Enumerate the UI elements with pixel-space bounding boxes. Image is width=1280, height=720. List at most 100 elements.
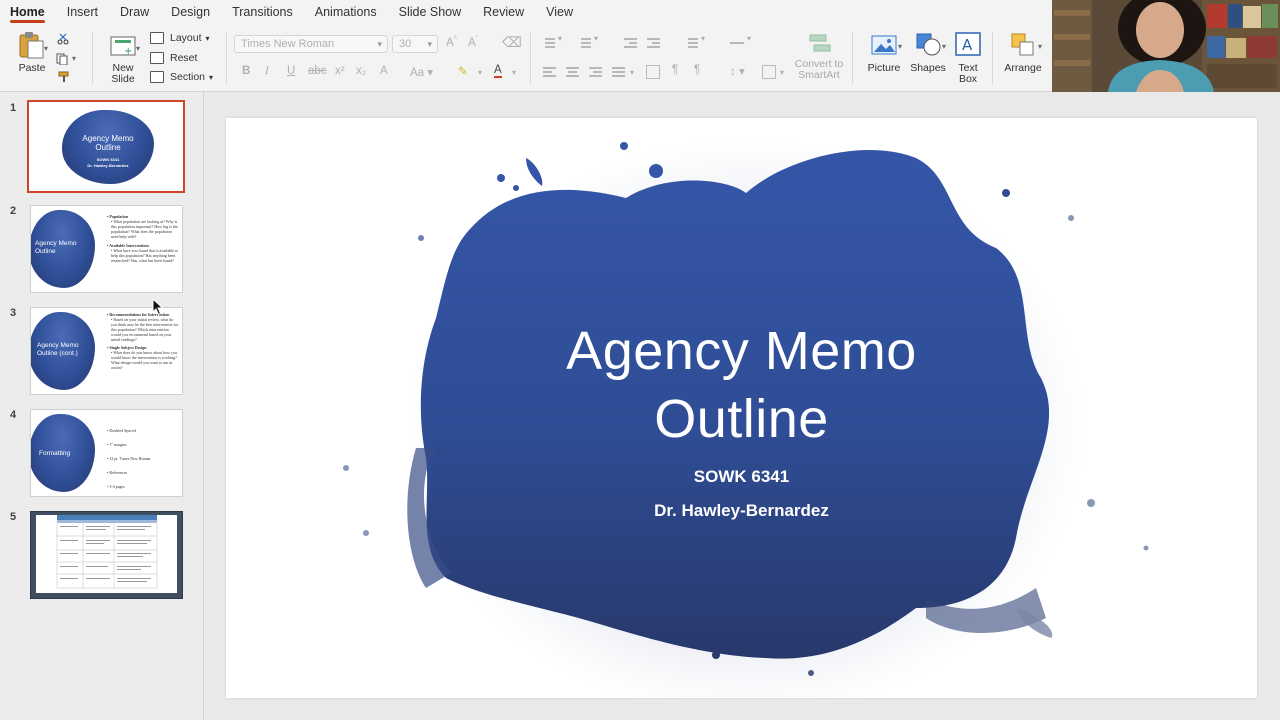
tab-draw[interactable]: Draw — [120, 0, 149, 24]
chevron-down-icon: ▾ — [427, 39, 432, 49]
strikethrough-icon[interactable]: abc — [308, 65, 327, 77]
highlight-dropdown-icon[interactable]: ▾ — [478, 68, 482, 77]
font-color-icon[interactable]: A — [494, 64, 502, 78]
thumbnail-title: Formatting — [39, 450, 71, 457]
copy-dropdown-icon[interactable]: ▾ — [72, 54, 76, 63]
superscript-icon[interactable]: x² — [335, 65, 345, 77]
tab-home[interactable]: Home — [10, 0, 45, 24]
thumbnail-item: • Doubled Spaced — [107, 428, 136, 433]
underline-icon[interactable]: U — [287, 65, 295, 77]
shapes-icon — [913, 30, 943, 60]
justify-icon[interactable] — [612, 66, 626, 78]
align-right-icon[interactable] — [589, 66, 603, 78]
change-case-icon[interactable]: Aa ▾ — [410, 65, 433, 79]
font-color-dropdown-icon[interactable]: ▾ — [512, 68, 516, 77]
slide-title-line-1[interactable]: Agency Memo — [226, 318, 1257, 384]
picture-label: Picture — [867, 62, 901, 74]
tab-design[interactable]: Design — [171, 0, 210, 24]
thumbnail-number: 5 — [10, 511, 17, 523]
new-slide-dropdown-icon[interactable]: ▾ — [136, 44, 140, 53]
reset-button[interactable]: Reset — [150, 49, 197, 67]
new-slide-label: New Slide — [111, 62, 135, 85]
increase-font-icon[interactable]: A^ — [446, 36, 457, 49]
convert-smartart-small-icon[interactable] — [762, 65, 776, 79]
increase-indent-icon[interactable] — [647, 37, 661, 49]
slide-thumbnail-1[interactable]: Agency Memo Outline SOWK 6341 Dr. Hawley… — [27, 100, 185, 193]
slide-thumbnail-pane: 1 Agency Memo Outline SOWK 6341 Dr. Hawl… — [0, 92, 204, 720]
bold-icon[interactable]: B — [242, 65, 250, 77]
slide-thumbnail-5[interactable] — [30, 511, 183, 599]
justify-dropdown-icon[interactable]: ▾ — [630, 68, 634, 77]
tab-animations[interactable]: Animations — [315, 0, 377, 24]
decrease-indent-icon[interactable] — [624, 37, 638, 49]
section-chevron-icon: ▾ — [209, 72, 214, 82]
font-size-value: 30 — [399, 38, 412, 50]
shapes-button[interactable]: Shapes — [908, 30, 948, 74]
arrange-button[interactable]: Arrange — [1000, 30, 1046, 74]
copy-icon[interactable] — [56, 52, 70, 70]
smartart-dropdown-icon[interactable]: ▾ — [780, 68, 784, 77]
align-text-icon[interactable]: ↕ ▾ — [730, 64, 745, 78]
text-box-button[interactable]: A Text Box — [952, 30, 984, 85]
slide-title-line-2[interactable]: Outline — [226, 386, 1257, 452]
rtl-icon[interactable]: ¶ — [694, 64, 700, 76]
webcam-image — [1052, 0, 1280, 92]
slide-canvas[interactable]: Agency Memo Outline SOWK 6341 Dr. Hawley… — [226, 118, 1257, 698]
layout-icon — [150, 32, 164, 44]
slide-thumbnail-2[interactable]: Agency Memo Outline • Population • What … — [30, 205, 183, 293]
thumbnail-item: • 3-4 pages — [107, 484, 125, 489]
highlight-icon[interactable]: ✎ — [458, 64, 468, 78]
tab-review[interactable]: Review — [483, 0, 524, 24]
clear-formatting-icon[interactable]: ⌫ — [502, 34, 522, 51]
columns-icon[interactable]: ▾ — [730, 34, 756, 49]
thumbnail-title: Agency Memo Outline — [35, 240, 77, 255]
text-box-columns-icon[interactable] — [646, 65, 660, 79]
shapes-label: Shapes — [910, 62, 946, 74]
thumbnail-bullet-text: • What population are looking at? Why is… — [111, 219, 178, 239]
tab-insert[interactable]: Insert — [67, 0, 98, 24]
font-name-combo[interactable]: Times New Roman ▾ — [234, 35, 388, 53]
chevron-down-icon: ▾ — [377, 39, 382, 49]
shapes-dropdown-icon[interactable]: ▾ — [942, 42, 946, 51]
convert-to-smartart-button[interactable]: Convert to SmartArt — [794, 32, 844, 81]
slide-thumbnail-4[interactable]: Formatting • Doubled Spaced • 1" margins… — [30, 409, 183, 497]
thumbnail-item: • 1" margins — [107, 442, 127, 447]
decrease-font-icon[interactable]: Aˇ — [468, 36, 478, 49]
new-slide-icon: + — [108, 30, 138, 60]
layout-button[interactable]: Layout ▾ — [150, 29, 210, 47]
subscript-icon[interactable]: x₂ — [356, 65, 366, 77]
arrange-dropdown-icon[interactable]: ▾ — [1038, 42, 1042, 51]
slide-subtitle-course[interactable]: SOWK 6341 — [226, 461, 1257, 493]
clipboard-icon — [17, 30, 47, 60]
thumbnail-bullet-text: • What have you found that is available … — [111, 248, 179, 263]
italic-icon[interactable]: I — [265, 65, 269, 77]
slide-subtitle-instructor[interactable]: Dr. Hawley-Bernardez — [226, 495, 1257, 527]
tab-transitions[interactable]: Transitions — [232, 0, 293, 24]
reset-label: Reset — [170, 52, 198, 64]
section-icon — [150, 71, 164, 83]
section-button[interactable]: Section ▾ — [150, 68, 213, 86]
paste-dropdown-icon[interactable]: ▾ — [44, 44, 48, 53]
text-effects-icon[interactable]: A — [380, 65, 388, 77]
thumbnail-title: Agency Memo Outline (cont.) — [37, 342, 79, 357]
font-size-combo[interactable]: 30 ▾ — [392, 35, 438, 53]
thumbnail-item: • References — [107, 470, 128, 475]
align-center-icon[interactable] — [566, 66, 580, 78]
new-slide-button[interactable]: + New Slide — [104, 30, 142, 85]
thumbnail-subtitle-1: SOWK 6341 — [96, 157, 120, 162]
thumbnail-number: 3 — [10, 307, 17, 319]
text-direction-icon[interactable]: ¶ — [672, 64, 678, 76]
line-spacing-icon[interactable]: ▾ — [684, 34, 710, 49]
thumbnail-table-image — [31, 512, 182, 598]
tab-slide-show[interactable]: Slide Show — [399, 0, 462, 24]
tab-view[interactable]: View — [546, 0, 573, 24]
align-left-icon[interactable] — [543, 66, 557, 78]
slide-thumbnail-3[interactable]: Agency Memo Outline (cont.) • Recommenda… — [30, 307, 183, 395]
format-painter-icon[interactable] — [57, 70, 71, 88]
numbering-icon[interactable]: ▾ — [577, 34, 603, 49]
reset-icon — [150, 52, 164, 64]
picture-dropdown-icon[interactable]: ▾ — [898, 42, 902, 51]
cut-icon[interactable] — [57, 32, 69, 50]
picture-button[interactable]: Picture — [864, 30, 904, 74]
bullets-icon[interactable]: ▾ — [541, 34, 567, 49]
